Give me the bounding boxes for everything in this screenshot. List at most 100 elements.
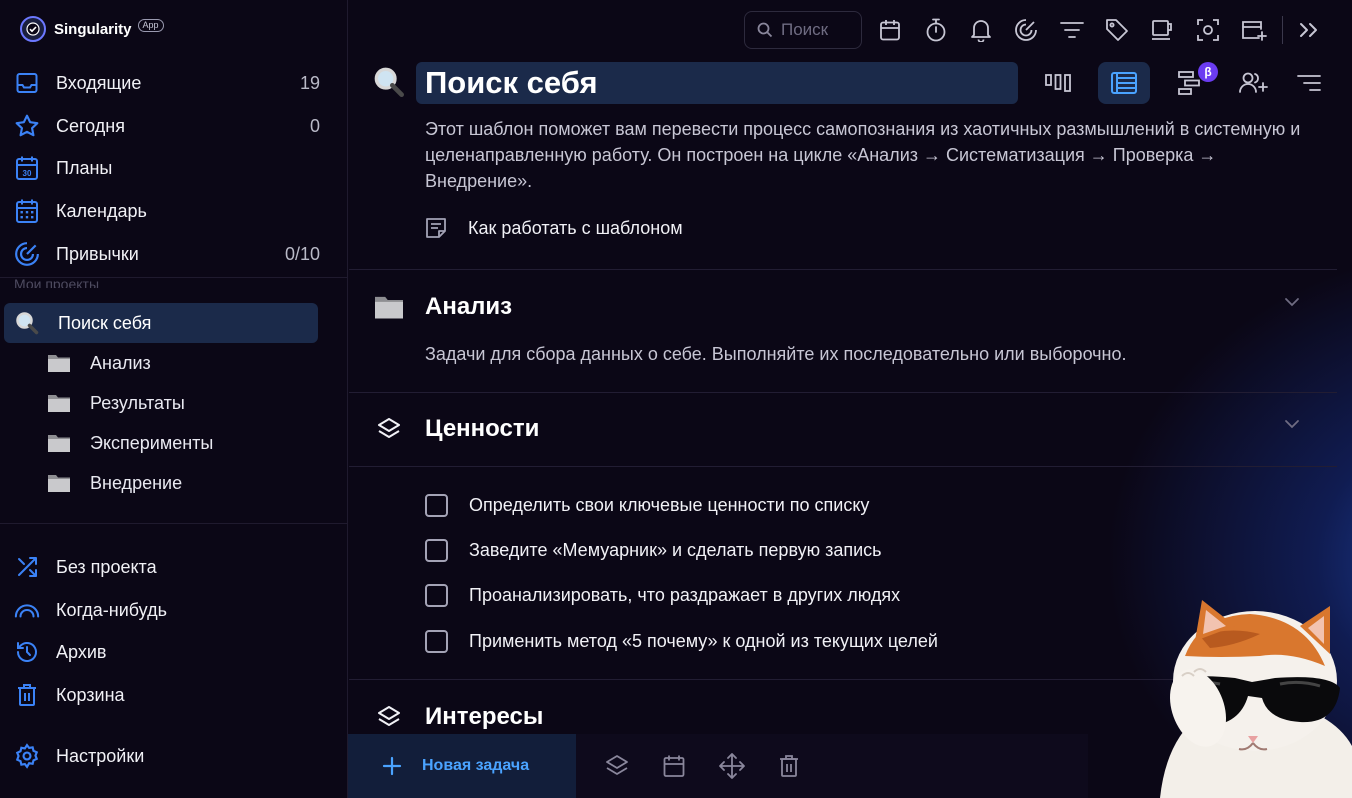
- howto-label: Как работать с шаблоном: [468, 217, 683, 238]
- folder-icon: [46, 351, 72, 375]
- scan-icon[interactable]: [1194, 16, 1222, 44]
- sidebar-item-label: Входящие: [56, 72, 142, 93]
- magnifier-emoji-icon: [372, 66, 408, 100]
- sidebar-subproject-implementation[interactable]: Внедрение: [46, 465, 326, 501]
- sidebar-item-label: Сегодня: [56, 115, 125, 136]
- calendar-icon[interactable]: [876, 16, 904, 44]
- sidebar-item-calendar[interactable]: Календарь: [0, 190, 340, 232]
- sidebar-subproject-label: Внедрение: [90, 472, 183, 493]
- target-icon: [14, 241, 40, 267]
- add-user-button[interactable]: [1227, 62, 1279, 104]
- sidebar-item-plans[interactable]: 30 Планы: [0, 147, 340, 189]
- howto-link[interactable]: Как работать с шаблоном: [424, 216, 683, 240]
- move-icon[interactable]: [718, 752, 746, 780]
- sidebar-item-label: Когда-нибудь: [56, 599, 167, 620]
- sidebar-item-inbox[interactable]: Входящие 19: [0, 62, 340, 104]
- note-icon: [426, 218, 446, 238]
- sidebar-project-label: Поиск себя: [58, 312, 152, 333]
- sidebar-item-trash[interactable]: Корзина: [0, 674, 340, 716]
- project-description: Этот шаблон поможет вам перевести процес…: [425, 119, 1301, 191]
- app-badge: App: [137, 18, 164, 32]
- section-title: Интересы: [425, 703, 544, 730]
- sort-button[interactable]: [1283, 62, 1335, 104]
- singularity-logo-icon: [20, 16, 46, 42]
- inbox-icon: [14, 70, 40, 96]
- calendar-30-icon: 30: [14, 155, 40, 181]
- sidebar-subproject-label: Эксперименты: [90, 432, 214, 453]
- calendar-icon[interactable]: [660, 752, 688, 780]
- add-window-icon[interactable]: [1240, 16, 1268, 44]
- target-icon[interactable]: [1012, 16, 1040, 44]
- sidebar-item-label: Привычки: [56, 243, 139, 264]
- sort-icon: [1297, 75, 1321, 91]
- search-placeholder: Поиск: [781, 20, 829, 39]
- today-count: 0: [309, 115, 320, 136]
- sidebar-subproject-analysis[interactable]: Анализ: [46, 345, 326, 381]
- filter-icon[interactable]: [1058, 16, 1086, 44]
- brand[interactable]: Singularity App: [20, 16, 164, 42]
- task-title[interactable]: Применить метод «5 почему» к одной из те…: [469, 631, 938, 652]
- layers-icon: [372, 412, 406, 446]
- new-task-button[interactable]: Новая задача: [348, 734, 576, 798]
- sidebar-item-label: Корзина: [56, 684, 125, 705]
- folder-icon: [372, 290, 406, 324]
- task-title[interactable]: Определить свои ключевые ценности по спи…: [469, 495, 869, 516]
- bell-icon[interactable]: [967, 16, 995, 44]
- task-checkbox[interactable]: [425, 538, 448, 562]
- sidebar-item-label: Без проекта: [56, 556, 157, 577]
- tag-icon[interactable]: [1103, 16, 1131, 44]
- sidebar-subproject-label: Анализ: [90, 352, 151, 373]
- task-checkbox[interactable]: [425, 583, 448, 607]
- task-item[interactable]: Определить свои ключевые ценности по спи…: [425, 490, 869, 520]
- section-analysis[interactable]: Анализ: [372, 287, 1312, 327]
- search-input[interactable]: Поиск: [744, 11, 862, 49]
- sidebar-subproject-results[interactable]: Результаты: [46, 385, 326, 421]
- svg-text:30: 30: [23, 169, 32, 178]
- sidebar-item-settings[interactable]: Настройки: [0, 735, 340, 777]
- folder-icon: [46, 391, 72, 415]
- divider: [0, 277, 347, 278]
- sidebar-item-label: Планы: [56, 157, 113, 178]
- calendar-grid-icon: [14, 198, 40, 224]
- search-icon: [757, 22, 773, 38]
- divider: [0, 523, 347, 524]
- task-checkbox[interactable]: [425, 493, 448, 517]
- shuffle-icon: [14, 554, 40, 580]
- section-values[interactable]: Ценности: [372, 409, 1312, 449]
- expand-icon[interactable]: [1295, 16, 1323, 44]
- task-checkbox[interactable]: [425, 629, 448, 653]
- task-title[interactable]: Заведите «Мемуарник» и сделать первую за…: [469, 540, 882, 561]
- list-view-button[interactable]: [1098, 62, 1150, 104]
- magnifier-emoji-icon: [14, 310, 40, 336]
- trash-icon[interactable]: [775, 752, 803, 780]
- chevron-down-icon[interactable]: [1284, 297, 1300, 307]
- project-title-input[interactable]: Поиск себя: [416, 62, 1018, 104]
- list-icon: [1111, 72, 1137, 94]
- task-title[interactable]: Проанализировать, что раздражает в други…: [469, 585, 900, 606]
- sidebar-project-active[interactable]: Поиск себя: [4, 303, 318, 343]
- folder-icon: [46, 471, 72, 495]
- trash-icon: [14, 682, 40, 708]
- folder-icon: [46, 431, 72, 455]
- layers-icon[interactable]: [603, 752, 631, 780]
- task-item[interactable]: Проанализировать, что раздражает в други…: [425, 580, 900, 610]
- app-name: Singularity: [54, 20, 132, 38]
- beta-badge: β: [1198, 62, 1218, 82]
- sidebar-subproject-experiments[interactable]: Эксперименты: [46, 425, 326, 461]
- stopwatch-icon[interactable]: [922, 16, 950, 44]
- history-icon: [14, 639, 40, 665]
- sidebar-item-archive[interactable]: Архив: [0, 631, 340, 673]
- star-icon: [14, 113, 40, 139]
- sidebar-item-no-project[interactable]: Без проекта: [0, 546, 340, 588]
- task-item[interactable]: Заведите «Мемуарник» и сделать первую за…: [425, 535, 882, 565]
- sidebar-item-someday[interactable]: Когда-нибудь: [0, 589, 340, 631]
- habits-count: 0/10: [284, 243, 320, 264]
- chevron-down-icon[interactable]: [1284, 419, 1300, 429]
- sidebar-item-habits[interactable]: Привычки 0/10: [0, 233, 340, 275]
- sidebar-subproject-label: Результаты: [90, 392, 185, 413]
- task-item[interactable]: Применить метод «5 почему» к одной из те…: [425, 626, 938, 656]
- kanban-view-button[interactable]: [1032, 62, 1084, 104]
- mug-icon[interactable]: [1149, 16, 1177, 44]
- sidebar-item-today[interactable]: Сегодня 0: [0, 105, 340, 147]
- divider: [349, 392, 1337, 393]
